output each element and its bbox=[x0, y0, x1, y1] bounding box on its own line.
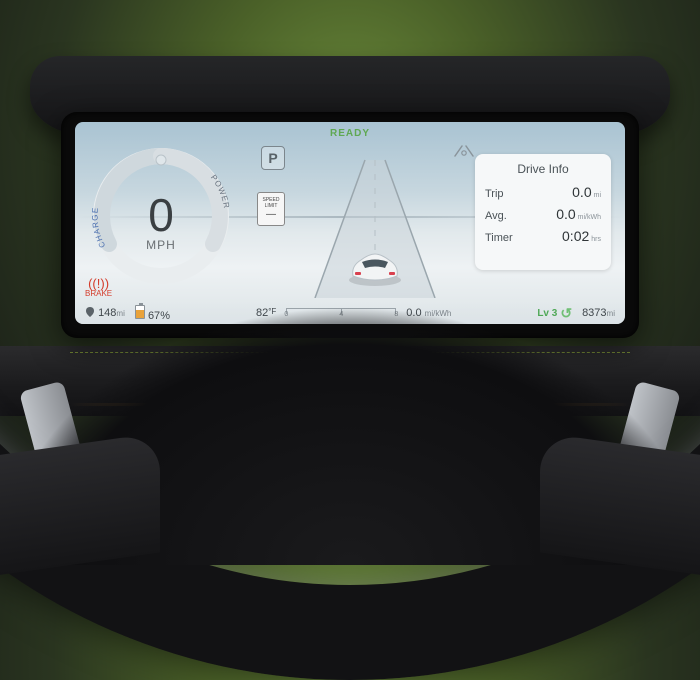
steering-wheel-spoke-right[interactable] bbox=[540, 432, 700, 577]
steering-wheel-spoke-left[interactable] bbox=[0, 432, 160, 577]
steering-wheel-hub bbox=[0, 305, 700, 565]
